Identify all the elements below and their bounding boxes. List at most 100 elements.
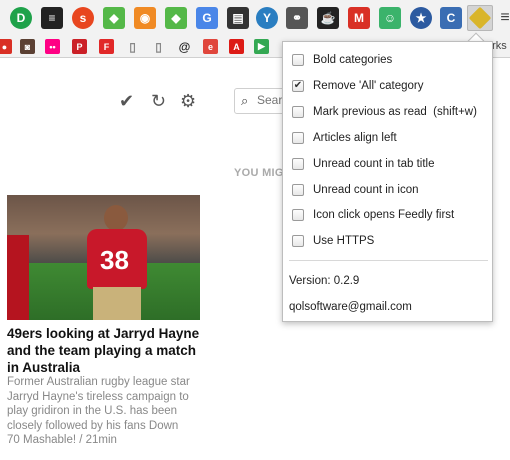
option-checkbox[interactable] (292, 54, 304, 66)
coffee-cup-icon[interactable]: ☕ (317, 7, 339, 29)
stumbleupon-icon[interactable]: s (72, 7, 94, 29)
article-summary-text: Former Australian rugby league star Jarr… (7, 376, 190, 432)
support-email[interactable]: qolsoftware@gmail.com (289, 301, 412, 313)
stumbleupon-icon-glyph: s (79, 11, 87, 25)
option-row[interactable]: Bold categories (292, 52, 392, 68)
side-player-figure (7, 235, 29, 320)
buffer-stack-icon-glyph: ≡ (48, 11, 56, 25)
star-badge-icon[interactable]: ★ (410, 7, 432, 29)
option-checkbox[interactable] (292, 209, 304, 222)
menu-icon[interactable]: ≡ (494, 7, 510, 29)
green-diamond-icon-glyph: ◆ (109, 11, 119, 25)
check-mark-icon: ✔ (293, 79, 303, 91)
google-translate-icon[interactable]: G (196, 7, 218, 29)
article-summary: Former Australian rugby league star Jarr… (7, 375, 207, 448)
option-label: Unread count in tab title (313, 157, 435, 170)
pinterest-bookmark-icon-glyph: P (76, 41, 83, 52)
green-diamond-2-icon-glyph: ◆ (171, 11, 181, 25)
option-checkbox[interactable]: ✔ (292, 79, 304, 92)
flickr-bookmark-icon[interactable]: •• (45, 39, 60, 54)
page-bookmark-2-icon-glyph: ▯ (155, 39, 162, 54)
vine-icon[interactable]: Y (256, 7, 278, 29)
option-label: Use HTTPS (313, 235, 375, 248)
feedly-helper-icon[interactable]: ◆ (467, 5, 493, 31)
link-tag-icon-glyph: ⚭ (291, 11, 303, 25)
player-head (104, 205, 128, 231)
settings-button[interactable]: ⚙ (180, 92, 196, 110)
option-row[interactable]: Unread count in icon (292, 182, 418, 198)
option-row[interactable]: Mark previous as read (shift+w) (292, 104, 477, 120)
google-translate-icon-glyph: G (202, 11, 212, 25)
circle-d-icon[interactable]: D (10, 7, 32, 29)
refresh-button[interactable]: ↻ (151, 92, 166, 110)
gmail-icon-glyph: M (354, 11, 364, 25)
option-row[interactable]: Use HTTPS (292, 233, 374, 249)
red-circle-bookmark-icon-glyph: ● (1, 41, 8, 52)
mark-read-button[interactable]: ✔ (119, 92, 134, 110)
option-row[interactable]: ✔ Remove 'All' category (292, 78, 424, 94)
coffee-cup-icon-glyph: ☕ (320, 11, 336, 25)
feedly-helper-icon-glyph: ◆ (468, 6, 492, 30)
option-checkbox[interactable] (292, 183, 304, 196)
option-checkbox[interactable] (292, 131, 304, 144)
vine-icon-glyph: Y (262, 11, 271, 25)
option-row[interactable]: Icon click opens Feedly first (292, 207, 454, 223)
option-label: Articles align left (313, 131, 397, 144)
options-popup: Version: 0.2.9 qolsoftware@gmail.com Bol… (282, 41, 493, 322)
article-meta: Mashable! / 21min (19, 434, 117, 446)
play-store-bookmark-icon[interactable]: ▶ (254, 39, 269, 54)
instagram-bookmark-icon[interactable]: ◙ (20, 39, 35, 54)
red-circle-bookmark-icon[interactable]: ● (0, 39, 12, 54)
option-row[interactable]: Articles align left (292, 130, 397, 146)
green-chat-icon-glyph: ☺ (383, 11, 397, 25)
ecosia-bookmark-icon-glyph: e (207, 41, 213, 52)
search-icon: ⌕ (241, 93, 249, 108)
film-strip-icon-glyph: ▤ (232, 11, 244, 25)
flipboard-bookmark-icon[interactable]: F (99, 39, 114, 54)
option-row[interactable]: Unread count in tab title (292, 156, 434, 172)
option-label: Bold categories (313, 54, 393, 66)
angular-bookmark-icon[interactable]: A (229, 39, 244, 54)
rss-icon-glyph: ◉ (139, 11, 151, 25)
green-chat-icon[interactable]: ☺ (379, 7, 401, 29)
gmail-icon[interactable]: M (348, 7, 370, 29)
jersey-number: 38 (100, 245, 129, 275)
flickr-bookmark-icon-glyph: •• (49, 41, 56, 52)
link-tag-icon[interactable]: ⚭ (286, 7, 308, 29)
page-bookmark-2-icon[interactable]: ▯ (151, 39, 166, 54)
rss-icon[interactable]: ◉ (134, 7, 156, 29)
option-label: Unread count in icon (313, 183, 419, 196)
green-diamond-icon[interactable]: ◆ (103, 7, 125, 29)
option-checkbox[interactable] (292, 235, 304, 248)
option-label: Mark previous as read (shift+w) (313, 105, 477, 118)
extensions-toolbar: D ≡ s ◆ ◉ ◆ G ▤ Y ⚭ ☕ M ☺ ★ C ◆ ≡ (0, 0, 510, 36)
option-checkbox[interactable] (292, 105, 304, 118)
blue-c-icon[interactable]: C (440, 7, 462, 29)
page-bookmark-icon-glyph: ▯ (129, 39, 136, 54)
play-store-bookmark-icon-glyph: ▶ (258, 41, 265, 51)
version-text: Version: 0.2.9 (289, 275, 360, 287)
at-sign-bookmark-icon[interactable]: @ (177, 39, 192, 54)
menu-icon-glyph: ≡ (500, 9, 510, 26)
article-image[interactable]: 38 (7, 195, 200, 320)
option-checkbox[interactable] (292, 157, 304, 170)
option-label: Remove 'All' category (313, 79, 424, 92)
blue-c-icon-glyph: C (446, 11, 456, 25)
page-bookmark-icon[interactable]: ▯ (125, 39, 140, 54)
option-label: Icon click opens Feedly first (313, 209, 455, 222)
buffer-stack-icon[interactable]: ≡ (41, 7, 63, 29)
popup-divider (289, 260, 488, 261)
instagram-bookmark-icon-glyph: ◙ (24, 41, 31, 52)
player-pants (93, 287, 141, 320)
star-badge-icon-glyph: ★ (415, 11, 427, 25)
film-strip-icon[interactable]: ▤ (227, 7, 249, 29)
ecosia-bookmark-icon[interactable]: e (203, 39, 218, 54)
at-sign-bookmark-icon-glyph: @ (178, 39, 191, 54)
circle-d-icon-glyph: D (16, 11, 26, 25)
pinterest-bookmark-icon[interactable]: P (72, 39, 87, 54)
article-title[interactable]: 49ers looking at Jarryd Hayne and the te… (7, 325, 207, 376)
flipboard-bookmark-icon-glyph: F (103, 41, 110, 52)
angular-bookmark-icon-glyph: A (233, 41, 240, 52)
article-summary-tail: 70 (7, 434, 20, 446)
green-diamond-2-icon[interactable]: ◆ (165, 7, 187, 29)
